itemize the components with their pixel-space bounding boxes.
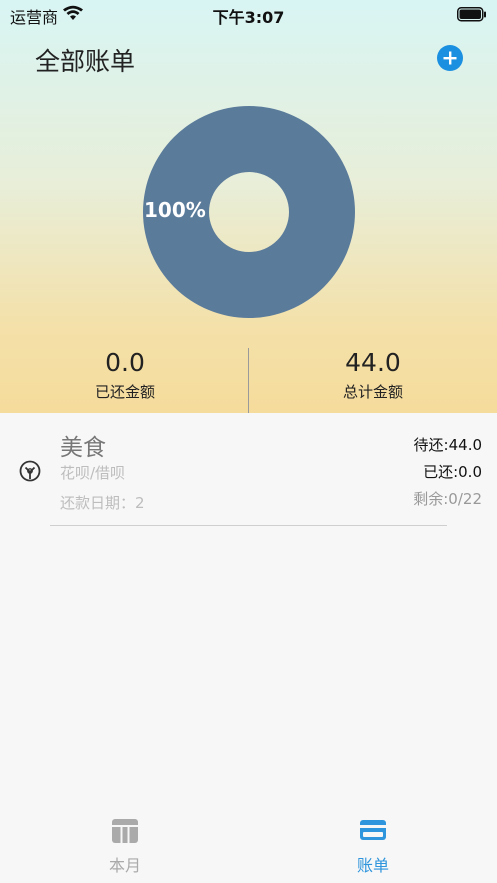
status-time: 下午3:07 bbox=[212, 8, 285, 27]
bill-pending-amount: 待还:44.0 bbox=[413, 436, 482, 454]
bill-remaining-installments: 剩余:0/22 bbox=[413, 490, 482, 508]
paid-amount-label: 已还金额 bbox=[94, 383, 155, 401]
plus-icon bbox=[443, 51, 457, 65]
paid-amount-value: 0.0 bbox=[105, 348, 145, 377]
summary-divider bbox=[248, 348, 249, 413]
tab-bar: 本月 账单 bbox=[0, 808, 497, 883]
add-bill-button[interactable] bbox=[437, 45, 463, 71]
tab-this-month[interactable]: 本月 bbox=[45, 808, 205, 883]
page-title: 全部账单 bbox=[35, 47, 136, 76]
total-amount-label: 总计金额 bbox=[342, 383, 403, 401]
bill-repayment-date: 还款日期：2 bbox=[60, 494, 145, 512]
bill-list-item[interactable]: 美食 花呗/借呗 还款日期：2 待还:44.0 已还:0.0 剩余:0/22 bbox=[0, 413, 497, 528]
app-screen: 运营商 下午3:07 全部账单 100% 0.0 已还金额 44.0 总计金额 … bbox=[0, 0, 497, 883]
tab-bills-label: 账单 bbox=[356, 856, 389, 875]
food-category-icon bbox=[18, 459, 42, 487]
tab-bills[interactable]: 账单 bbox=[293, 808, 453, 883]
status-bar: 运营商 下午3:07 bbox=[0, 0, 497, 30]
battery-icon bbox=[457, 7, 487, 26]
donut-percent-label: 100% bbox=[144, 198, 206, 222]
bill-type: 花呗/借呗 bbox=[60, 464, 126, 482]
credit-card-icon bbox=[360, 820, 386, 840]
summary-header-background: 运营商 下午3:07 全部账单 100% 0.0 已还金额 44.0 总计金额 bbox=[0, 0, 497, 413]
tab-this-month-label: 本月 bbox=[108, 856, 141, 875]
calendar-table-icon bbox=[112, 819, 138, 843]
bill-paid-amount: 已还:0.0 bbox=[423, 463, 482, 481]
bill-name: 美食 bbox=[60, 435, 106, 461]
total-amount-value: 44.0 bbox=[345, 348, 401, 377]
list-divider bbox=[50, 525, 447, 526]
